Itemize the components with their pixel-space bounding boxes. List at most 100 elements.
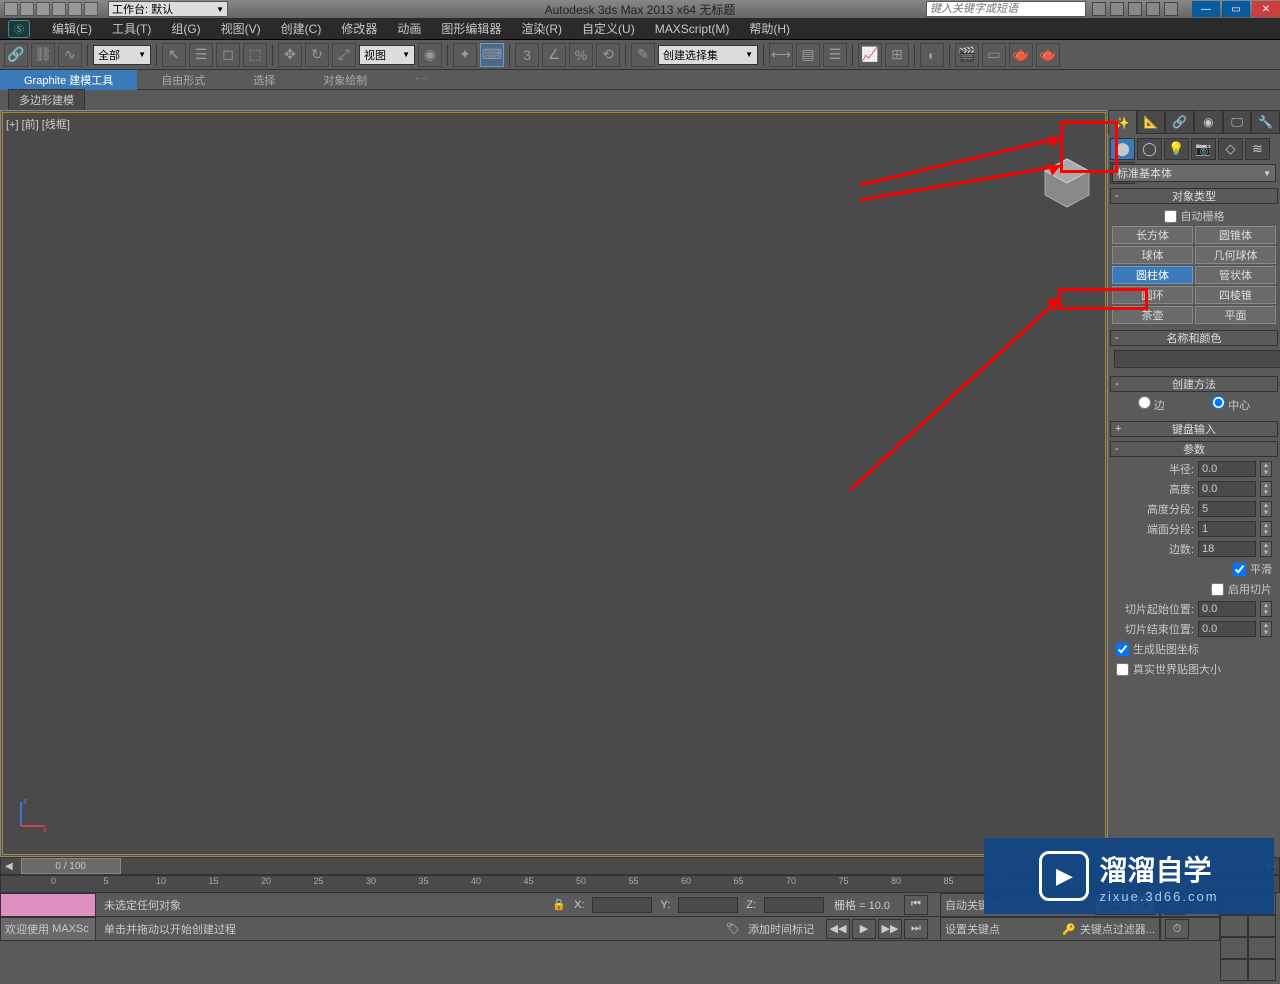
zoom-extents-all-icon[interactable] <box>1248 915 1276 937</box>
qa-undo-icon[interactable] <box>52 2 66 16</box>
time-slider[interactable]: 0 / 100 <box>21 858 121 874</box>
align-icon[interactable]: ▤ <box>796 43 820 67</box>
edit-named-sel-icon[interactable]: ✎ <box>631 43 655 67</box>
display-tab-icon[interactable]: 🖵 <box>1223 110 1252 134</box>
next-frame-icon[interactable]: ▶▶ <box>878 919 902 939</box>
lock-icon[interactable]: 🔒 <box>552 898 566 911</box>
hierarchy-tab-icon[interactable]: 🔗 <box>1165 110 1194 134</box>
qa-open-icon[interactable] <box>20 2 34 16</box>
help-search-input[interactable] <box>926 1 1086 17</box>
menu-maxscript[interactable]: MAXScript(M) <box>645 18 740 40</box>
prev-frame-icon[interactable]: ◀◀ <box>826 919 850 939</box>
select-icon[interactable]: ↖ <box>162 43 186 67</box>
cone-button[interactable]: 圆锥体 <box>1195 226 1276 244</box>
shapes-icon[interactable]: ◯ <box>1137 138 1162 160</box>
rollup-header-object-type[interactable]: -对象类型 <box>1110 188 1278 204</box>
box-button[interactable]: 长方体 <box>1112 226 1193 244</box>
named-selection-dropdown[interactable]: 创建选择集 <box>658 45 758 65</box>
height-spinner[interactable]: 0.0 <box>1198 481 1256 497</box>
time-config-icon[interactable]: ⏱ <box>1165 919 1189 939</box>
rollup-header-parameters[interactable]: -参数 <box>1110 441 1278 457</box>
sides-spinner-buttons[interactable]: ▲▼ <box>1260 541 1272 557</box>
qa-redo-icon[interactable] <box>68 2 82 16</box>
cylinder-button[interactable]: 圆柱体 <box>1112 266 1193 284</box>
goto-end-icon[interactable]: ⏭ <box>904 919 928 939</box>
bind-icon[interactable]: ∿ <box>58 43 82 67</box>
coords-z-input[interactable] <box>764 897 824 913</box>
menu-tools[interactable]: 工具(T) <box>102 18 161 40</box>
create-tab-icon[interactable]: ✨ <box>1108 110 1137 134</box>
link-icon[interactable]: 🔗 <box>4 43 28 67</box>
binoculars-icon[interactable] <box>1092 2 1106 16</box>
viewport-label[interactable]: [+] [前] [线框] <box>6 116 70 132</box>
rollup-header-name-color[interactable]: -名称和颜色 <box>1110 330 1278 346</box>
coord-system-dropdown[interactable]: 视图 <box>359 45 415 65</box>
maximize-viewport-icon[interactable] <box>1220 959 1248 981</box>
sides-spinner[interactable]: 18 <box>1198 541 1256 557</box>
menu-animation[interactable]: 动画 <box>387 18 431 40</box>
ribbon-tab-graphite[interactable]: Graphite 建模工具 <box>0 70 137 90</box>
menu-customize[interactable]: 自定义(U) <box>572 18 645 40</box>
menu-graph-editors[interactable]: 图形编辑器 <box>431 18 511 40</box>
play-icon[interactable]: ▶ <box>852 919 876 939</box>
motion-tab-icon[interactable]: ◉ <box>1194 110 1223 134</box>
menu-group[interactable]: 组(G) <box>161 18 210 40</box>
close-button[interactable]: ✕ <box>1252 1 1280 17</box>
star-icon[interactable] <box>1146 2 1160 16</box>
slice-from-spinner-buttons[interactable]: ▲▼ <box>1260 601 1272 617</box>
qa-save-icon[interactable] <box>36 2 50 16</box>
workspace-dropdown[interactable]: 工作台: 默认 <box>108 1 228 17</box>
exchange-icon[interactable] <box>1128 2 1142 16</box>
add-time-marker[interactable]: 添加时间标记 <box>748 921 814 937</box>
scale-icon[interactable]: ⤢ <box>332 43 356 67</box>
schematic-icon[interactable]: ⊞ <box>885 43 909 67</box>
viewcube-icon[interactable] <box>1037 151 1097 211</box>
lights-icon[interactable]: 💡 <box>1164 138 1189 160</box>
minimize-button[interactable]: — <box>1192 1 1220 17</box>
select-name-icon[interactable]: ☰ <box>189 43 213 67</box>
edge-radio[interactable] <box>1138 396 1151 409</box>
qa-new-icon[interactable] <box>4 2 18 16</box>
maximize-button[interactable]: ▭ <box>1222 1 1250 17</box>
coords-x-input[interactable] <box>592 897 652 913</box>
utilities-tab-icon[interactable]: 🔧 <box>1251 110 1280 134</box>
select-region-icon[interactable]: ◻ <box>216 43 240 67</box>
slice-on-checkbox[interactable] <box>1211 583 1224 596</box>
qa-link-icon[interactable] <box>84 2 98 16</box>
goto-start-icon[interactable]: ⏮ <box>904 895 928 915</box>
keyboard-shortcut-icon[interactable]: ⌨ <box>480 43 504 67</box>
mirror-icon[interactable]: ⟷ <box>769 43 793 67</box>
menu-edit[interactable]: 编辑(E) <box>42 18 102 40</box>
menu-help[interactable]: 帮助(H) <box>739 18 800 40</box>
wrench-icon[interactable] <box>1110 2 1124 16</box>
ribbon-tab-paint[interactable]: 对象绘制 <box>299 70 391 90</box>
snap-3-icon[interactable]: 3 <box>515 43 539 67</box>
auto-grid-checkbox[interactable] <box>1164 210 1177 223</box>
menu-render[interactable]: 渲染(R) <box>511 18 572 40</box>
rollup-header-create-method[interactable]: -创建方法 <box>1110 376 1278 392</box>
percent-snap-icon[interactable]: % <box>569 43 593 67</box>
plane-button[interactable]: 平面 <box>1195 306 1276 324</box>
key-filters-button[interactable]: 关键点过滤器... <box>1080 921 1155 937</box>
render-setup-icon[interactable]: 🎬 <box>955 43 979 67</box>
key-icon[interactable]: 🔑 <box>1062 923 1076 936</box>
material-editor-icon[interactable]: ◐ <box>920 43 944 67</box>
slice-to-spinner-buttons[interactable]: ▲▼ <box>1260 621 1272 637</box>
menu-modifiers[interactable]: 修改器 <box>331 18 387 40</box>
orbit-icon[interactable] <box>1248 937 1276 959</box>
smooth-checkbox[interactable] <box>1233 563 1246 576</box>
real-world-checkbox[interactable] <box>1116 663 1129 676</box>
time-tag-icon[interactable]: 🏷 <box>726 922 740 935</box>
window-crossing-icon[interactable]: ⬚ <box>243 43 267 67</box>
cameras-icon[interactable]: 📷 <box>1191 138 1216 160</box>
selection-filter-dropdown[interactable]: 全部 <box>93 45 151 65</box>
center-radio[interactable] <box>1212 396 1225 409</box>
pan-icon[interactable] <box>1220 937 1248 959</box>
menu-view[interactable]: 视图(V) <box>211 18 271 40</box>
menu-create[interactable]: 创建(C) <box>271 18 332 40</box>
pivot-icon[interactable]: ◉ <box>418 43 442 67</box>
torus-button[interactable]: 圆环 <box>1112 286 1193 304</box>
coords-y-input[interactable] <box>678 897 738 913</box>
radius-spinner-buttons[interactable]: ▲▼ <box>1260 461 1272 477</box>
pyramid-button[interactable]: 四棱锥 <box>1195 286 1276 304</box>
